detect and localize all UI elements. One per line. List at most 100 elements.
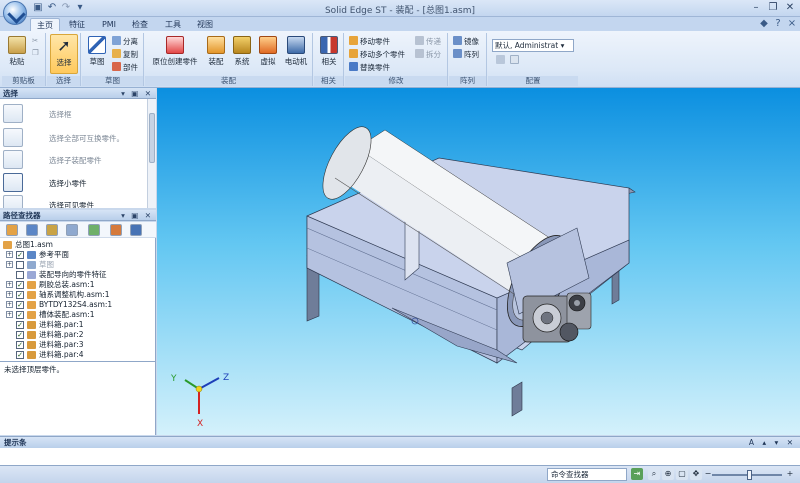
subassembly-icon	[3, 150, 23, 169]
relations-icon[interactable]	[110, 224, 122, 236]
settings-tree-icon[interactable]	[130, 224, 142, 236]
visibility-checkbox[interactable]: ✓	[16, 261, 24, 269]
filter-icon[interactable]	[46, 224, 58, 236]
system-button[interactable]: 系统	[229, 34, 255, 74]
select-small-parts-item[interactable]: 选择小零件	[3, 173, 143, 193]
copy-part-button[interactable]: 复制	[112, 49, 138, 60]
assembly-icon	[3, 241, 12, 249]
move-multiple-button[interactable]: 移动多个零件	[349, 49, 405, 60]
command-finder-input[interactable]: 命令查找器	[547, 468, 627, 481]
select-subassembly-item[interactable]: 选择子装配零件	[3, 150, 143, 170]
assembly-tree-icon[interactable]	[6, 224, 18, 236]
expand-toggle-icon[interactable]: +	[6, 311, 13, 318]
mirror-button[interactable]: 镜像	[453, 36, 479, 47]
application-button[interactable]	[3, 1, 27, 25]
assemble-button[interactable]: 装配	[203, 34, 229, 74]
configure-tree-icon[interactable]	[88, 224, 100, 236]
zoom-slider-thumb[interactable]	[747, 470, 752, 480]
visibility-checkbox[interactable]: ✓	[16, 331, 24, 339]
ribbon: 粘贴 ✂ ❐ 剪贴板 ➚ 选择 选择 草图 分离 复制 部件 草图 原位创建零件…	[0, 31, 800, 88]
create-in-place-button[interactable]: 原位创建零件	[149, 34, 201, 74]
tab-tools[interactable]: 工具	[160, 18, 186, 31]
prompt-bar[interactable]	[0, 448, 800, 466]
tab-view[interactable]: 视图	[192, 18, 218, 31]
minimize-icon[interactable]: –	[748, 1, 764, 15]
x-axis-label: X	[197, 419, 203, 429]
part-button[interactable]: 部件	[112, 62, 138, 73]
tree-item-icon	[27, 261, 36, 269]
pane-controls[interactable]: ▾ ▣ ✕	[121, 88, 153, 99]
command-finder-go-icon[interactable]: ⇥	[631, 468, 643, 480]
expand-toggle-icon[interactable]: +	[6, 261, 13, 268]
configuration-select[interactable]: 默认, Administrat ▾	[492, 39, 574, 52]
motor-button[interactable]: 电动机	[281, 34, 311, 74]
tree-row-label: 参考平面	[39, 250, 69, 259]
sketch-icon	[88, 36, 106, 54]
ribbon-close-icon[interactable]: ×	[786, 18, 798, 30]
zoom-in-icon[interactable]: +	[784, 468, 796, 480]
tree-row-label: 进料箱.par:2	[39, 330, 84, 339]
fit-icon[interactable]: ▢	[676, 468, 688, 480]
group-label-config: 配置	[488, 76, 578, 86]
tree-item-icon	[27, 291, 36, 299]
visibility-checkbox[interactable]: ✓	[16, 351, 24, 359]
move-part-icon	[349, 36, 358, 45]
tree-item-icon	[27, 341, 36, 349]
transfer-button[interactable]: 传递	[415, 36, 441, 47]
group-clipboard: 粘贴 ✂ ❐ 剪贴板	[2, 33, 46, 86]
visibility-checkbox[interactable]: ✓	[16, 251, 24, 259]
tab-home[interactable]: 主页	[30, 18, 60, 31]
graphics-viewport[interactable]: Z Y X	[157, 88, 800, 435]
replace-part-button[interactable]: 替换零件	[349, 62, 390, 73]
tab-features[interactable]: 特征	[64, 18, 90, 31]
help-icon[interactable]: ?	[772, 18, 784, 30]
split-button[interactable]: 分离	[112, 36, 138, 47]
parts-tree-icon[interactable]	[26, 224, 38, 236]
select-pane-scrollbar[interactable]	[147, 99, 156, 208]
visibility-checkbox[interactable]: ✓	[16, 271, 24, 279]
tab-inspect[interactable]: 检查	[127, 18, 153, 31]
style-icon[interactable]: ◆	[758, 18, 770, 30]
expand-toggle-icon[interactable]: +	[6, 301, 13, 308]
copy-icon[interactable]: ❐	[32, 47, 39, 58]
select-box-item[interactable]: 选择框	[3, 104, 143, 124]
config-save-icon[interactable]	[496, 55, 507, 66]
virtual-button[interactable]: 虚拟	[255, 34, 281, 74]
motor-icon	[287, 36, 305, 54]
visibility-checkbox[interactable]: ✓	[16, 301, 24, 309]
visibility-checkbox[interactable]: ✓	[16, 321, 24, 329]
tree-item-icon	[27, 321, 36, 329]
pattern-button[interactable]: 阵列	[453, 49, 479, 60]
select-button[interactable]: ➚ 选择	[50, 34, 78, 74]
relate-button[interactable]: 相关	[316, 34, 342, 74]
zoom-icon[interactable]: ⊕	[662, 468, 674, 480]
paste-button[interactable]: 粘贴	[4, 34, 30, 74]
selection-status: 未选择顶层零件。	[0, 361, 156, 435]
close-icon[interactable]: ✕	[782, 1, 798, 15]
expand-toggle-icon[interactable]: +	[6, 251, 13, 258]
expand-toggle-icon[interactable]: +	[6, 281, 13, 288]
zoom-area-icon[interactable]: ⌕	[648, 468, 660, 480]
tab-pmi[interactable]: PMI	[96, 18, 122, 31]
visibility-checkbox[interactable]: ✓	[16, 291, 24, 299]
group-label-assembly: 装配	[145, 76, 312, 86]
group-assembly: 原位创建零件 装配 系统 虚拟 电动机 装配	[145, 33, 313, 86]
sketch-button[interactable]: 草图	[84, 34, 110, 74]
disperse-button[interactable]: 拆分	[415, 49, 441, 60]
restore-icon[interactable]: ❐	[765, 1, 781, 15]
visible-parts-icon	[3, 195, 23, 208]
layers-icon[interactable]	[66, 224, 78, 236]
pane-controls[interactable]: ▾ ▣ ✕	[121, 210, 153, 221]
visibility-checkbox[interactable]: ✓	[16, 311, 24, 319]
move-part-button[interactable]: 移动零件	[349, 36, 390, 47]
mirror-icon	[453, 36, 462, 45]
pan-icon[interactable]: ✥	[690, 468, 702, 480]
paste-icon	[8, 36, 26, 54]
cut-icon[interactable]: ✂	[32, 35, 38, 46]
select-interchangeable-item[interactable]: 选择全部可互换零件。	[3, 128, 143, 148]
visibility-checkbox[interactable]: ✓	[16, 341, 24, 349]
visibility-checkbox[interactable]: ✓	[16, 281, 24, 289]
select-visible-item[interactable]: 选择可见零件	[3, 195, 143, 208]
expand-toggle-icon[interactable]: +	[6, 291, 13, 298]
config-display-icon[interactable]	[510, 55, 521, 66]
